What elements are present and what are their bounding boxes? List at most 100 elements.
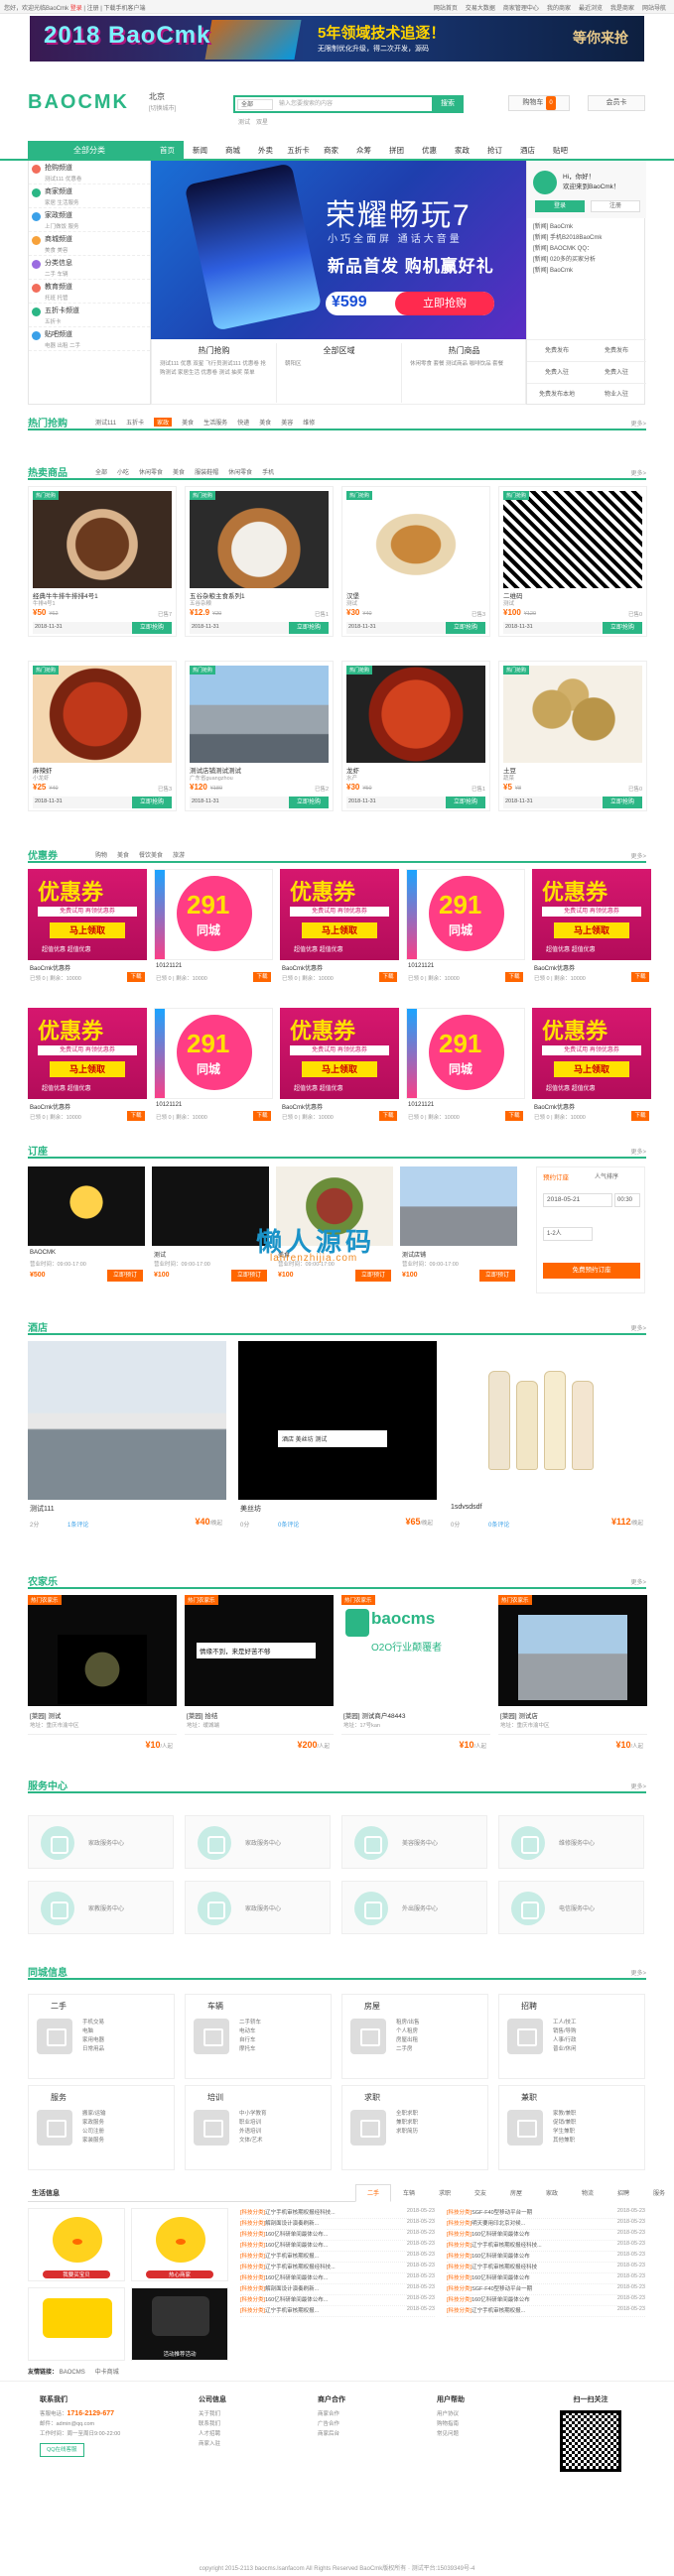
- footer-link[interactable]: 常见问题: [437, 2429, 546, 2439]
- info-title[interactable]: 求职: [364, 2092, 380, 2103]
- more-link[interactable]: 更多>: [630, 1781, 646, 1790]
- info-link[interactable]: 二手房: [396, 2045, 420, 2054]
- news-row[interactable]: [科技分类]解剖面设计演奏刷新... 2018-05-23: [240, 2219, 435, 2230]
- more-link[interactable]: 更多>: [630, 851, 646, 860]
- info-link[interactable]: 普业/休闲: [553, 2045, 577, 2054]
- info-link[interactable]: 兼职求职: [396, 2119, 418, 2128]
- info-link[interactable]: 人事/行政: [553, 2036, 577, 2045]
- farm-card[interactable]: 热门农家乐 情缘不到，来是好苦不够 [菜园] 拾结 地址：缓城端 ¥200/人起: [185, 1595, 334, 1764]
- booking-name[interactable]: BAOCMK: [30, 1250, 56, 1256]
- top-link[interactable]: 商家管理中心: [503, 3, 539, 12]
- info-link[interactable]: 公司注册: [82, 2128, 106, 2137]
- hero-carousel[interactable]: 荣耀畅玩7 小巧全面屏 通话大音量 新品首发 购机赢好礼 ¥599 立即抢购: [151, 161, 526, 339]
- buy-now-button[interactable]: 立即抢购: [289, 797, 329, 808]
- coupon-image[interactable]: 优惠券 免费试用 再领优惠券 马上领取 超值优惠 超值优惠: [532, 1008, 651, 1099]
- booking-submit-button[interactable]: 免费预约订座: [543, 1263, 640, 1279]
- section-tab[interactable]: 小吃: [117, 467, 129, 476]
- news-text[interactable]: 160亿科研单间最体公布: [472, 2254, 530, 2260]
- quick-link[interactable]: 免费入驻: [527, 361, 587, 383]
- news-text[interactable]: SGF-F40型移动平台一期: [472, 2286, 532, 2292]
- nav-item[interactable]: 首页: [151, 141, 184, 161]
- news-row[interactable]: [科技分类]160亿科研单间最体公布... 2018-05-23: [240, 2273, 435, 2284]
- search-category-select[interactable]: 全部: [237, 99, 273, 110]
- qq-service-button[interactable]: QQ在线客服: [40, 2443, 84, 2457]
- news-text[interactable]: SGF-F40型移动平台一期: [472, 2210, 532, 2216]
- farm-image[interactable]: 热门农家乐: [498, 1595, 647, 1706]
- more-link[interactable]: 更多>: [630, 1968, 646, 1977]
- coupon-download-button[interactable]: 下载: [505, 1111, 523, 1121]
- top-link[interactable]: 我是商家: [610, 3, 634, 12]
- news-row[interactable]: [科技分类]辽宁手机审核期权报经科技... 2018-05-23: [447, 2241, 645, 2252]
- product-card[interactable]: 热门抢购 二维码 测试 ¥100 ¥120 已售0 2018-11-31 立即抢购: [498, 486, 647, 637]
- section-tab[interactable]: 休闲零食: [228, 467, 252, 476]
- news-row[interactable]: [科技分类]辽宁手机审核期权报经科技... 2018-05-23: [240, 2208, 435, 2219]
- nav-item[interactable]: 众筹: [347, 141, 380, 161]
- info-link[interactable]: 家教/兼职: [553, 2110, 577, 2119]
- life-image[interactable]: 活动推荐活动: [131, 2287, 228, 2361]
- coupon-card[interactable]: 优惠券 免费试用 再领优惠券 马上领取 超值优惠 超值优惠 BaoCmk优惠券 已领 0 …: [280, 869, 399, 998]
- news-item[interactable]: [新闻] BAOCMK QQ：: [533, 244, 602, 255]
- service-tile[interactable]: 家政服务中心: [28, 1815, 174, 1869]
- coupon-card[interactable]: 291 同城 10121121 已领 0 | 剩余：10000 下载: [154, 869, 273, 998]
- coupon-image[interactable]: 优惠券 免费试用 再领优惠券 马上领取 超值优惠 超值优惠: [532, 869, 651, 960]
- service-tile[interactable]: 家政服务中心: [185, 1881, 331, 1934]
- product-image[interactable]: 热门抢购: [346, 666, 485, 763]
- top-link[interactable]: 最近浏览: [579, 3, 603, 12]
- info-link[interactable]: 学生兼职: [553, 2128, 577, 2137]
- info-title[interactable]: 车辆: [207, 2001, 223, 2012]
- farm-image[interactable]: 热门农家乐: [28, 1595, 177, 1706]
- info-link[interactable]: 全职求职: [396, 2110, 418, 2119]
- product-image[interactable]: 热门抢购: [503, 666, 642, 763]
- news-item[interactable]: [新闻] 020多的买家分析: [533, 255, 602, 266]
- buy-now-button[interactable]: 立即抢购: [603, 797, 642, 808]
- coupon-download-button[interactable]: 下载: [631, 972, 649, 982]
- news-text[interactable]: 辽宁手机审核期权报...: [472, 2308, 525, 2314]
- panel-title[interactable]: 全部区域: [277, 345, 401, 356]
- top-link[interactable]: 网站首页: [434, 3, 458, 12]
- service-tile[interactable]: 美容服务中心: [341, 1815, 487, 1869]
- hotel-card[interactable]: 1sdvsdsdf 0分 0条评论 ¥112/晚起: [449, 1341, 647, 1549]
- coupon-image[interactable]: 优惠券 免费试用 再领优惠券 马上领取 超值优惠 超值优惠: [28, 869, 147, 960]
- buy-now-button[interactable]: 立即抢购: [289, 622, 329, 634]
- nav-item[interactable]: 拼团: [380, 141, 413, 161]
- booking-seats-select[interactable]: 1-2人: [543, 1227, 593, 1241]
- booking-date-input[interactable]: 2018-05-21: [543, 1193, 612, 1207]
- footer-link[interactable]: 人才招聘: [199, 2429, 308, 2439]
- product-image[interactable]: 热门抢购: [346, 491, 485, 588]
- booking-button[interactable]: 立即预订: [479, 1270, 515, 1282]
- life-image[interactable]: 我要买宝贝: [28, 2208, 125, 2281]
- coupon-claim-button[interactable]: 马上领取: [302, 1061, 377, 1077]
- coupon-download-button[interactable]: 下载: [505, 972, 523, 982]
- info-link[interactable]: 租房/出售: [396, 2019, 420, 2027]
- info-title[interactable]: 服务: [51, 2092, 67, 2103]
- footer-link[interactable]: 广告合作: [318, 2419, 427, 2429]
- life-tab[interactable]: 房屋: [498, 2184, 534, 2202]
- life-tab[interactable]: 家政: [534, 2184, 570, 2202]
- farm-name[interactable]: [菜园] 测试商户48443: [343, 1710, 406, 1720]
- nav-item[interactable]: 贴吧: [544, 141, 577, 161]
- nav-item[interactable]: 新闻: [184, 141, 216, 161]
- panel-register-button[interactable]: 注册: [591, 200, 640, 212]
- info-title[interactable]: 招聘: [521, 2001, 537, 2012]
- sidebar-category[interactable]: 抢购频道 测试111 优惠卷: [29, 161, 150, 184]
- panel-login-button[interactable]: 登录: [535, 200, 585, 212]
- news-text[interactable]: 160亿科研单间最体公布...: [265, 2275, 328, 2281]
- farm-card[interactable]: 热门农家乐 baocms O2O行业颠覆者 [菜园] 测试商户48443 地址：17号k…: [341, 1595, 490, 1764]
- quick-link[interactable]: 免费发布: [587, 339, 646, 361]
- hotel-image[interactable]: 酒店 美丝坊 测试: [238, 1341, 437, 1500]
- buy-now-button[interactable]: 立即抢购: [603, 622, 642, 634]
- life-tab[interactable]: 物流: [570, 2184, 606, 2202]
- product-card[interactable]: 热门抢购 五谷杂粮主食系列1 五谷杂粮 ¥12.9 ¥20 已售1 2018-11-31 立即…: [185, 486, 334, 637]
- hotel-card[interactable]: 测试111 2分 1条评论 ¥40/晚起: [28, 1341, 226, 1549]
- more-link[interactable]: 更多>: [630, 419, 646, 428]
- section-tab[interactable]: 餐饮美食: [139, 850, 163, 859]
- footer-link[interactable]: 商家合作: [318, 2409, 427, 2419]
- section-tab[interactable]: 美食: [259, 418, 271, 427]
- booking-sort[interactable]: 人气排序: [595, 1171, 618, 1180]
- booking-card[interactable]: 测试店铺 营业时间：09:00-17:00 ¥100 立即预订: [400, 1166, 517, 1293]
- product-image[interactable]: 热门抢购: [33, 666, 172, 763]
- booking-image[interactable]: [152, 1166, 269, 1246]
- hotel-name[interactable]: 美丝坊: [240, 1504, 261, 1514]
- booking-image[interactable]: [28, 1166, 145, 1246]
- quick-link[interactable]: 物业入驻: [587, 383, 646, 405]
